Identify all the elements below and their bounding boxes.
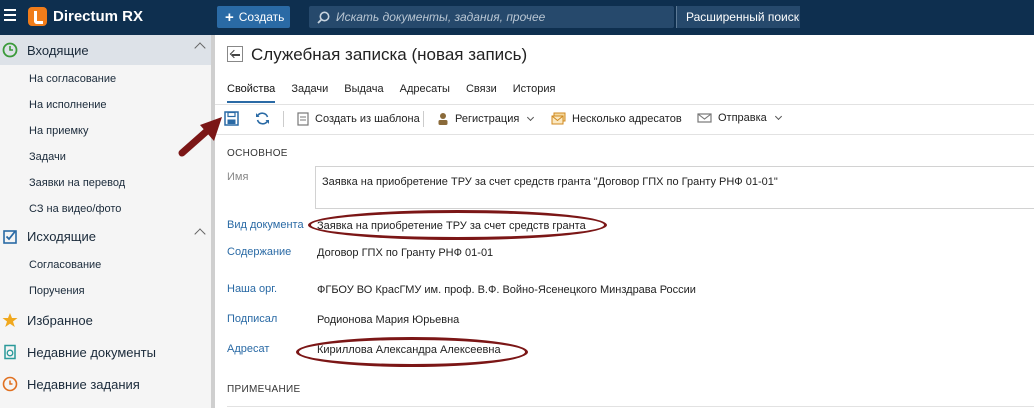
registration-label: Регистрация <box>455 113 520 125</box>
create-from-template-label: Создать из шаблона <box>315 113 420 125</box>
tab-bar: Свойства Задачи Выдача Адресаты Связи Ис… <box>227 83 571 103</box>
advanced-search-button[interactable]: Расширенный поиск <box>676 6 800 28</box>
envelopes-icon <box>551 112 566 125</box>
field-label-signed-by[interactable]: Подписал <box>227 313 277 325</box>
star-icon <box>2 313 18 327</box>
tab-issuance[interactable]: Выдача <box>344 83 383 103</box>
sending-button[interactable]: Отправка <box>697 112 782 124</box>
toolbar-separator <box>283 111 284 127</box>
tab-divider <box>215 104 1034 105</box>
search-input[interactable] <box>336 10 656 24</box>
sidebar-group-label: Исходящие <box>27 228 96 244</box>
our-org-field[interactable]: ФГБОУ ВО КрасГМУ им. проф. В.Ф. Войно-Яс… <box>317 284 696 296</box>
create-button-label: Создать <box>238 10 285 24</box>
toolbar-divider <box>215 134 1034 135</box>
sidebar-group-recent-documents[interactable]: Недавние документы <box>0 337 211 367</box>
app-title: Directum RX <box>53 8 144 25</box>
top-bar: Directum RX + Создать Расширенный поиск <box>0 0 1034 35</box>
inbox-clock-icon <box>2 42 18 58</box>
field-label-our-org[interactable]: Наша орг. <box>227 283 277 295</box>
outbox-check-icon <box>3 230 17 244</box>
search-box[interactable] <box>309 6 674 28</box>
save-icon[interactable] <box>224 111 239 126</box>
name-field[interactable]: Заявка на приобретение ТРУ за счет средс… <box>315 166 1034 209</box>
page-title: Служебная записка (новая запись) <box>251 45 528 64</box>
section-header-note: ПРИМЕЧАНИЕ <box>227 384 301 395</box>
document-template-icon <box>297 112 309 126</box>
chevron-up-icon[interactable] <box>194 42 206 54</box>
sidebar-group-recent-tasks[interactable]: Недавние задания <box>0 369 211 399</box>
section-header-main: ОСНОВНОЕ <box>227 148 288 159</box>
app-logo <box>28 7 47 26</box>
sidebar-item-video-photo[interactable]: СЗ на видео/фото <box>29 203 121 215</box>
create-from-template-button[interactable]: Создать из шаблона <box>297 112 420 126</box>
sidebar-item-transfer-requests[interactable]: Заявки на перевод <box>29 177 125 189</box>
refresh-icon[interactable] <box>255 111 270 126</box>
create-button[interactable]: + Создать <box>217 6 290 28</box>
sending-label: Отправка <box>718 112 767 124</box>
menu-icon[interactable] <box>4 9 16 23</box>
tab-tasks[interactable]: Задачи <box>291 83 328 103</box>
sidebar-item-approval[interactable]: Согласование <box>29 259 101 271</box>
tab-addressees[interactable]: Адресаты <box>400 83 450 103</box>
sidebar-item-for-acceptance[interactable]: На приемку <box>29 125 88 137</box>
recent-documents-icon <box>4 344 16 360</box>
tab-properties[interactable]: Свойства <box>227 83 276 103</box>
field-label-addressee[interactable]: Адресат <box>227 343 269 355</box>
subject-field[interactable]: Договор ГПХ по Гранту РНФ 01-01 <box>317 247 493 259</box>
registration-button[interactable]: Регистрация <box>437 112 535 126</box>
sidebar-group-label: Недавние задания <box>27 376 140 392</box>
person-stamp-icon <box>438 113 448 125</box>
tab-history[interactable]: История <box>513 83 556 103</box>
sidebar-item-assignments[interactable]: Поручения <box>29 285 85 297</box>
chevron-down-icon <box>527 113 535 122</box>
arrow-pointer-icon <box>178 117 222 157</box>
sidebar-group-outbox[interactable]: Исходящие <box>0 221 211 251</box>
send-envelope-icon <box>697 113 712 123</box>
toolbar-separator <box>423 111 424 127</box>
sidebar-group-label: Избранное <box>27 312 93 328</box>
multiple-recipients-label: Несколько адресатов <box>572 113 682 125</box>
sidebar-group-inbox[interactable]: Входящие <box>0 35 211 65</box>
sidebar-group-label: Недавние документы <box>27 344 156 360</box>
plus-icon: + <box>225 8 234 26</box>
note-field-border <box>227 406 1034 407</box>
sidebar-item-tasks[interactable]: Задачи <box>29 151 66 163</box>
chevron-up-icon[interactable] <box>194 228 206 240</box>
sidebar: Входящие На согласование На исполнение Н… <box>0 35 211 408</box>
sidebar-group-label: Входящие <box>27 42 89 58</box>
chevron-down-icon <box>774 112 782 121</box>
sidebar-item-for-execution[interactable]: На исполнение <box>29 99 107 111</box>
highlight-ellipse-document-kind <box>308 210 607 240</box>
sidebar-item-for-approval[interactable]: На согласование <box>29 73 116 85</box>
back-arrow-icon[interactable] <box>227 46 243 62</box>
search-icon <box>317 11 330 24</box>
field-label-name: Имя <box>227 171 249 183</box>
tab-relations[interactable]: Связи <box>466 83 497 103</box>
recent-tasks-icon <box>2 376 18 392</box>
signed-by-field[interactable]: Родионова Мария Юрьевна <box>317 314 459 326</box>
multiple-recipients-button[interactable]: Несколько адресатов <box>551 112 682 126</box>
sidebar-group-favorites[interactable]: Избранное <box>0 305 211 335</box>
field-label-subject[interactable]: Содержание <box>227 246 291 258</box>
highlight-ellipse-addressee <box>296 337 528 367</box>
field-label-document-kind[interactable]: Вид документа <box>227 219 304 231</box>
